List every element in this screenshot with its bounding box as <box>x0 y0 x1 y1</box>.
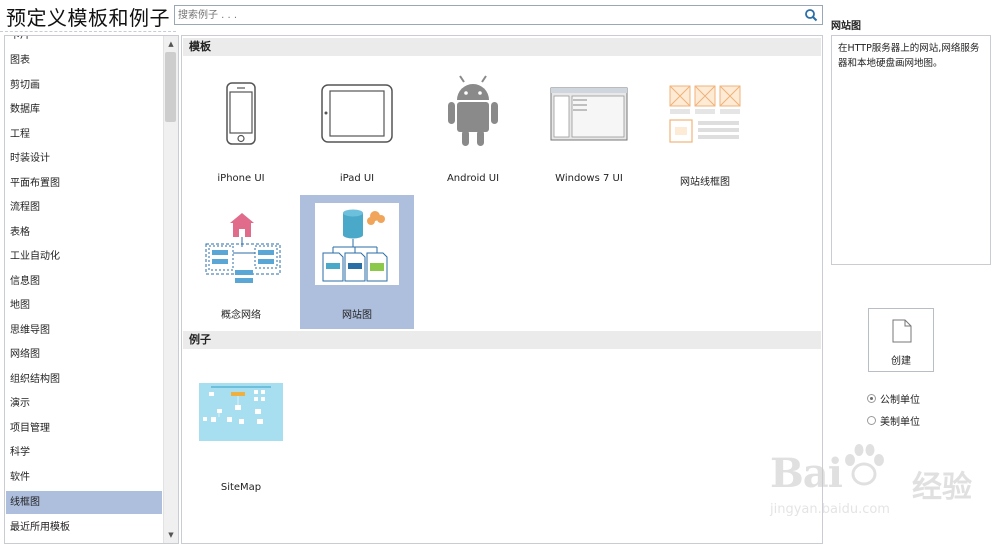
template-tile[interactable]: iPhone UI <box>184 62 298 196</box>
scroll-thumb[interactable] <box>165 52 176 122</box>
category-item[interactable]: 最近所用模板 <box>6 516 162 539</box>
create-button[interactable]: 创建 <box>868 308 934 372</box>
category-item[interactable]: 卡片 <box>6 36 162 47</box>
template-label: iPhone UI <box>217 173 265 184</box>
details-description: 在HTTP服务器上的网站,网络服务器和本地硬盘画网地图。 <box>831 35 991 265</box>
template-tile-selected[interactable]: 网站图 <box>300 195 414 329</box>
windows-window-icon <box>550 87 628 141</box>
category-item[interactable]: 组织结构图 <box>6 368 162 391</box>
category-item[interactable]: 数据库 <box>6 98 162 121</box>
radio-button-checked[interactable] <box>867 394 876 403</box>
template-label: Windows 7 UI <box>555 173 623 184</box>
new-document-icon <box>892 319 912 343</box>
category-item[interactable]: 网络图 <box>6 343 162 366</box>
paw-icon <box>845 444 884 486</box>
create-button-label: 创建 <box>891 356 911 367</box>
baidu-watermark: Bai 经验 jingyan.baidu.com <box>770 440 995 530</box>
category-item[interactable]: 地图 <box>6 294 162 317</box>
template-label: 网站线框图 <box>680 177 730 188</box>
website-wireframe-icon <box>669 85 741 143</box>
template-tile[interactable]: 概念网络 <box>184 195 298 329</box>
example-label: SiteMap <box>220 482 262 493</box>
example-tile[interactable]: SiteMap <box>184 358 298 493</box>
category-item[interactable]: 表格 <box>6 221 162 244</box>
template-label: 概念网络 <box>221 310 261 321</box>
details-title: 网站图 <box>831 21 861 32</box>
template-label: 网站图 <box>342 310 372 321</box>
category-item[interactable]: 软件 <box>6 466 162 489</box>
us-units-option[interactable]: 美制单位 <box>867 413 920 428</box>
category-item[interactable]: 工程 <box>6 123 162 146</box>
iphone-icon <box>226 82 256 145</box>
template-label: iPad UI <box>339 173 375 184</box>
template-tile[interactable]: Windows 7 UI <box>532 62 646 196</box>
concept-network-icon <box>205 213 281 283</box>
metric-units-label: 公制单位 <box>880 395 920 406</box>
category-item[interactable]: 剪切画 <box>6 74 162 97</box>
category-item-selected[interactable]: 线框图 <box>6 491 162 514</box>
sitemap-icon <box>315 203 399 285</box>
category-item[interactable]: 图表 <box>6 49 162 72</box>
category-list[interactable]: 卡片 图表 剪切画 数据库 工程 时装设计 平面布置图 流程图 表格 工业自动化… <box>4 35 179 544</box>
scroll-up-arrow-icon[interactable]: ▲ <box>164 37 178 51</box>
category-item[interactable]: 科学 <box>6 441 162 464</box>
page-title: 预定义模板和例子 <box>6 6 170 30</box>
category-item[interactable]: 演示 <box>6 392 162 415</box>
search-input[interactable] <box>178 8 778 22</box>
category-item[interactable]: 流程图 <box>6 196 162 219</box>
divider <box>0 31 176 32</box>
sitemap-example-thumbnail <box>199 383 283 441</box>
watermark-url: jingyan.baidu.com <box>770 502 890 517</box>
category-item[interactable]: 信息图 <box>6 270 162 293</box>
template-label: Android UI <box>446 173 500 184</box>
template-panel: 模板 iPhone UI iPad UI Android UI Windows … <box>181 35 823 544</box>
metric-units-option[interactable]: 公制单位 <box>867 391 920 406</box>
section-header-templates: 模板 <box>183 38 821 56</box>
ipad-icon <box>321 84 393 143</box>
scroll-down-arrow-icon[interactable]: ▼ <box>164 528 178 542</box>
us-units-label: 美制单位 <box>880 417 920 428</box>
section-header-examples: 例子 <box>183 331 821 349</box>
search-box[interactable] <box>174 5 823 25</box>
category-item[interactable]: 工业自动化 <box>6 245 162 268</box>
category-item[interactable]: 平面布置图 <box>6 172 162 195</box>
watermark-text-cn: 经验 <box>912 470 972 505</box>
category-item[interactable]: 项目管理 <box>6 417 162 440</box>
radio-button[interactable] <box>867 416 876 425</box>
category-item[interactable]: 思维导图 <box>6 319 162 342</box>
template-tile[interactable]: iPad UI <box>300 62 414 196</box>
watermark-text: Bai <box>770 450 843 497</box>
category-item[interactable]: 时装设计 <box>6 147 162 170</box>
template-tile[interactable]: Android UI <box>416 62 530 196</box>
android-icon <box>448 75 498 146</box>
template-tile[interactable]: 网站线框图 <box>648 62 762 196</box>
search-icon[interactable] <box>804 8 818 22</box>
scrollbar[interactable]: ▲ ▼ <box>163 36 178 543</box>
